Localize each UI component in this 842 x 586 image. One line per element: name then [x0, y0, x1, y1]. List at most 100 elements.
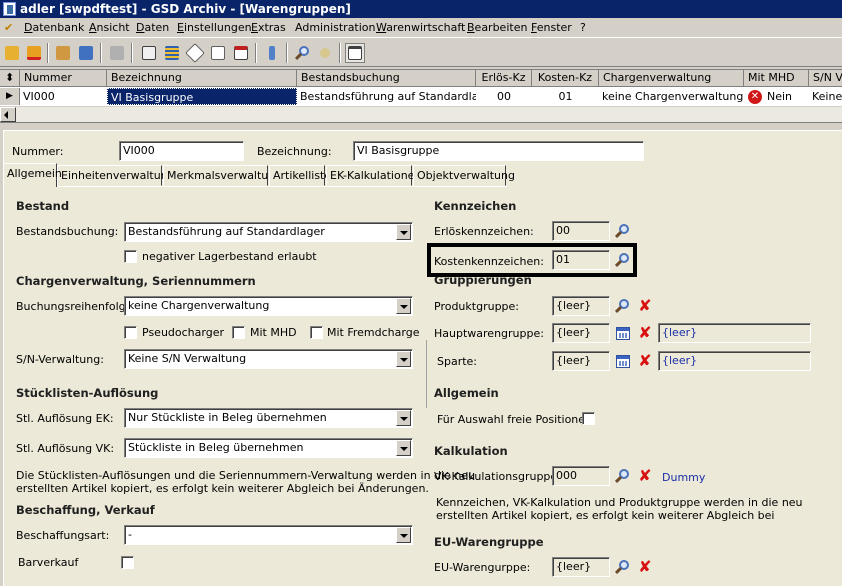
- form-view-icon[interactable]: [345, 43, 365, 63]
- column-header[interactable]: Nummer: [20, 70, 107, 87]
- freie-positionen-checkbox[interactable]: [582, 412, 595, 425]
- no-icon: ✕: [748, 90, 762, 104]
- search-icon[interactable]: [614, 559, 630, 575]
- tag-icon[interactable]: [185, 43, 205, 63]
- section-stuecklisten: Stücklisten-Auflösung: [16, 386, 159, 400]
- bestandsbuchung-select[interactable]: Bestandsführung auf Standardlager: [124, 222, 413, 242]
- stl-ek-select[interactable]: Nur Stückliste in Beleg übernehmen: [124, 408, 413, 428]
- cell-bestandsbuchung[interactable]: Bestandsführung auf Standardlager: [297, 88, 476, 105]
- tab-objektverwaltung[interactable]: Objektverwaltung: [413, 165, 515, 186]
- clear-icon[interactable]: ✘: [637, 468, 653, 484]
- title-bar: adler [swpdftest] - GSD Archiv - [Wareng…: [0, 0, 842, 18]
- bestandsbuchung-label: Bestandsbuchung:: [16, 225, 119, 238]
- eu-warengruppe-field[interactable]: {leer}: [552, 557, 610, 577]
- menu-administration[interactable]: Administration: [295, 21, 376, 34]
- stl-vk-label: Stl. Auflösung VK:: [16, 442, 115, 455]
- column-header[interactable]: Erlös-Kz: [476, 70, 532, 87]
- pseudocharger-checkbox[interactable]: [124, 326, 137, 339]
- stl-vk-select[interactable]: Stückliste in Beleg übernehmen: [124, 438, 413, 458]
- menu-ansicht[interactable]: Ansicht: [89, 21, 130, 34]
- search-icon[interactable]: [614, 298, 630, 314]
- tools-icon[interactable]: ✔: [4, 21, 18, 35]
- sparte-field[interactable]: {leer}: [552, 351, 610, 371]
- calendar-icon[interactable]: [616, 355, 630, 368]
- delete-record-icon[interactable]: [24, 43, 44, 63]
- list-icon[interactable]: [162, 43, 182, 63]
- vk-kalkulationsgruppe-field[interactable]: 000: [552, 466, 610, 486]
- menu-help[interactable]: ?: [580, 21, 586, 34]
- menu-bearbeiten[interactable]: Bearbeiten: [467, 21, 527, 34]
- properties-icon[interactable]: [76, 43, 96, 63]
- tab-ek-kalkulationen[interactable]: EK-Kalkulationen: [326, 165, 421, 186]
- mit-fremdcharge-checkbox[interactable]: [310, 326, 323, 339]
- menu-fenster[interactable]: Fenster: [531, 21, 572, 34]
- sn-verwaltung-select[interactable]: Keine S/N Verwaltung: [124, 349, 413, 369]
- cell-mhd[interactable]: Nein: [764, 88, 809, 105]
- sort-icon[interactable]: ⬍: [0, 70, 20, 87]
- column-header[interactable]: Chargenverwaltung: [599, 70, 744, 87]
- new-record-icon[interactable]: [2, 43, 22, 63]
- menu-extras[interactable]: Extras: [251, 21, 286, 34]
- calendar-icon[interactable]: [231, 43, 251, 63]
- splitter[interactable]: [0, 122, 842, 130]
- scroll-left-icon[interactable]: [0, 107, 16, 122]
- tab-merkmalsverwaltung[interactable]: Merkmalsverwaltung: [163, 165, 282, 186]
- column-header[interactable]: Bezeichnung: [107, 70, 297, 87]
- barverkauf-checkbox[interactable]: [121, 556, 134, 569]
- cell-charge[interactable]: keine Chargenverwaltung: [599, 88, 744, 105]
- cell-nummer[interactable]: VI000: [20, 88, 107, 105]
- nummer-field[interactable]: VI000: [119, 141, 244, 161]
- chevron-down-icon[interactable]: [396, 410, 411, 426]
- column-header[interactable]: S/N V: [809, 70, 842, 87]
- column-header[interactable]: Bestandsbuchung: [297, 70, 476, 87]
- negativer-lagerbestand-label: negativer Lagerbestand erlaubt: [142, 250, 317, 263]
- row-indicator-icon: ▶: [0, 88, 20, 105]
- document-icon[interactable]: [208, 43, 228, 63]
- stl-description-line-2: erstellten Artikel kopiert, es erfolgt k…: [16, 482, 429, 495]
- search-next-icon[interactable]: [315, 43, 335, 63]
- menu-einstellungen[interactable]: Einstellungen: [177, 21, 252, 34]
- clear-icon[interactable]: ✘: [637, 559, 653, 575]
- search-icon[interactable]: [614, 468, 630, 484]
- tab-artikelliste[interactable]: Artikelliste: [269, 165, 331, 186]
- cell-kosten[interactable]: 01: [532, 88, 599, 105]
- calendar-icon[interactable]: [616, 327, 630, 340]
- print-icon[interactable]: [107, 43, 127, 63]
- bezeichnung-field[interactable]: VI Basisgruppe: [353, 141, 644, 161]
- hauptwarengruppe-field[interactable]: {leer}: [552, 323, 610, 343]
- erloeskennzeichen-field[interactable]: 00: [552, 221, 610, 241]
- chevron-down-icon[interactable]: [396, 298, 411, 314]
- tab-einheitenverwaltung[interactable]: Einheitenverwaltung: [57, 165, 175, 186]
- search-icon[interactable]: [292, 43, 312, 63]
- chevron-down-icon[interactable]: [396, 527, 411, 543]
- menu-daten[interactable]: Daten: [136, 21, 169, 34]
- buchungsreihenfolge-select[interactable]: keine Chargenverwaltung: [124, 296, 413, 316]
- beschaffungsart-label: Beschaffungsart:: [16, 529, 110, 542]
- clear-icon[interactable]: ✘: [637, 353, 653, 369]
- chevron-down-icon[interactable]: [396, 224, 411, 240]
- menu-warenwirtschaft[interactable]: Warenwirtschaft: [376, 21, 465, 34]
- chevron-down-icon[interactable]: [396, 351, 411, 367]
- kalk-description-line-1: Kennzeichen, VK-Kalkulation und Produktg…: [436, 496, 803, 509]
- horizontal-scrollbar[interactable]: [0, 106, 842, 122]
- column-header[interactable]: Kosten-Kz: [532, 70, 599, 87]
- beschaffungsart-select[interactable]: -: [124, 525, 413, 545]
- cell-sn[interactable]: Keine: [809, 88, 842, 105]
- column-header[interactable]: Mit MHD: [744, 70, 809, 87]
- tab-allgemein[interactable]: Allgemein: [3, 163, 62, 187]
- cell-erloes[interactable]: 00: [476, 88, 532, 105]
- chevron-down-icon[interactable]: [396, 440, 411, 456]
- column-icon[interactable]: [262, 43, 282, 63]
- hauptwarengruppe-label: Hauptwarengruppe:: [434, 327, 544, 340]
- search-icon[interactable]: [614, 223, 630, 239]
- card-icon[interactable]: [139, 43, 159, 63]
- produktgruppe-field[interactable]: {leer}: [552, 296, 610, 316]
- cell-bezeichnung[interactable]: VI Basisgruppe: [107, 88, 297, 105]
- vk-kalkulation-name: Dummy: [662, 471, 706, 484]
- clear-icon[interactable]: ✘: [637, 325, 653, 341]
- menu-datenbank[interactable]: Datenbank: [24, 21, 84, 34]
- mit-mhd-checkbox[interactable]: [232, 326, 245, 339]
- clear-icon[interactable]: ✘: [637, 298, 653, 314]
- negativer-lagerbestand-checkbox[interactable]: [124, 250, 137, 263]
- copy-icon[interactable]: [53, 43, 73, 63]
